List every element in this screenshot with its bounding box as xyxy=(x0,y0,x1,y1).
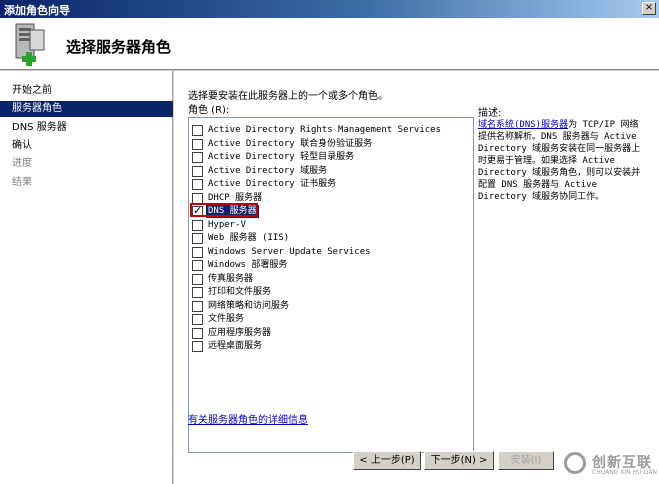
role-item[interactable]: Web 服务器 (IIS) xyxy=(192,232,470,245)
step-before-you-begin[interactable]: 开始之前 xyxy=(0,83,173,99)
role-item[interactable]: Windows 部署服务 xyxy=(192,259,470,272)
step-label: 结果 xyxy=(12,177,32,188)
server-add-icon xyxy=(10,22,50,66)
role-checkbox[interactable] xyxy=(192,246,203,258)
role-checkbox[interactable] xyxy=(192,219,203,231)
more-info-link[interactable]: 有关服务器角色的详细信息 xyxy=(188,411,308,426)
role-label: 文件服务 xyxy=(208,314,245,324)
role-label: 网络策略和访问服务 xyxy=(208,300,290,311)
back-button[interactable]: < 上一步(P) xyxy=(353,451,421,470)
role-checkbox[interactable] xyxy=(192,152,203,163)
step-label: 进度 xyxy=(12,158,32,169)
role-label: 传真服务器 xyxy=(208,273,254,284)
install-button[interactable]: 安装(I) xyxy=(498,451,554,470)
step-server-roles[interactable]: 服务器角色 xyxy=(0,101,173,117)
role-item[interactable]: Active Directory 联合身份验证服务 xyxy=(192,138,470,151)
page-title: 选择服务器角色 xyxy=(66,38,172,56)
role-item[interactable]: 文件服务 xyxy=(192,313,470,326)
role-item[interactable]: 远程桌面服务 xyxy=(192,340,470,353)
next-button[interactable]: 下一步(N) > xyxy=(424,451,494,470)
close-button[interactable]: × xyxy=(642,2,656,15)
roles-list[interactable]: Active Directory Rights Management Servi… xyxy=(188,117,474,453)
step-label: 开始之前 xyxy=(12,85,52,96)
step-label: 服务器角色 xyxy=(12,103,62,114)
role-label: 远程桌面服务 xyxy=(208,341,263,351)
role-label: Hyper-V xyxy=(208,219,246,230)
step-confirmation[interactable]: 确认 xyxy=(0,138,173,154)
role-item[interactable]: Active Directory 轻型目录服务 xyxy=(192,151,470,164)
role-item[interactable]: 打印和文件服务 xyxy=(192,286,470,299)
role-item[interactable]: Active Directory Rights Management Servi… xyxy=(192,124,470,137)
role-checkbox[interactable] xyxy=(192,165,203,177)
watermark-logo: 创新互联 CHUANG XIN HU LIAN xyxy=(560,448,659,480)
role-checkbox[interactable] xyxy=(192,300,203,312)
role-item[interactable]: Active Directory 域服务 xyxy=(192,165,470,178)
role-label: Active Directory 联合身份验证服务 xyxy=(208,138,373,149)
role-checkbox[interactable] xyxy=(192,125,203,136)
wizard-steps: 开始之前 服务器角色 DNS 服务器 确认 进度 结果 xyxy=(0,71,173,484)
role-label: Web 服务器 (IIS) xyxy=(208,233,290,243)
instruction-text: 选择要安装在此服务器上的一个或多个角色。 xyxy=(188,91,388,102)
step-progress: 进度 xyxy=(0,156,173,172)
role-checkbox[interactable] xyxy=(192,138,203,150)
title-bar: 添加角色向导 × xyxy=(0,0,659,18)
role-checkbox[interactable] xyxy=(192,233,203,244)
role-label: Active Directory 域服务 xyxy=(208,165,328,176)
role-label: 打印和文件服务 xyxy=(208,287,272,297)
role-checkbox[interactable] xyxy=(192,179,203,190)
role-checkbox[interactable] xyxy=(192,287,203,298)
step-label: 确认 xyxy=(12,140,32,151)
role-item[interactable]: 传真服务器 xyxy=(192,273,470,286)
role-item[interactable]: 应用程序服务器 xyxy=(192,327,470,340)
dns-description-link[interactable]: 域名系统(DNS)服务器 xyxy=(478,120,568,130)
role-label: Windows Server Update Services xyxy=(208,246,371,257)
highlight-box xyxy=(190,203,258,217)
step-results: 结果 xyxy=(0,175,173,191)
description-text: 域名系统(DNS)服务器为 TCP/IP 网络提供名称解析。DNS 服务器与 A… xyxy=(478,119,644,203)
role-checkbox[interactable] xyxy=(192,314,203,325)
watermark-sub: CHUANG XIN HU LIAN xyxy=(592,469,658,476)
role-label: Active Directory 轻型目录服务 xyxy=(208,152,355,162)
roles-label: 角色 (R): xyxy=(188,105,230,116)
role-item[interactable]: Hyper-V xyxy=(192,219,470,232)
description-body: 为 TCP/IP 网络提供名称解析。DNS 服务器与 Active Direct… xyxy=(478,120,641,202)
role-checkbox[interactable] xyxy=(192,341,203,352)
step-dns-server[interactable]: DNS 服务器 xyxy=(0,120,173,136)
role-checkbox[interactable] xyxy=(192,192,203,204)
description-title: 描述: xyxy=(478,108,502,119)
role-checkbox[interactable] xyxy=(192,327,203,339)
window-title: 添加角色向导 xyxy=(4,4,70,17)
role-label: Active Directory Rights Management Servi… xyxy=(208,125,441,135)
role-checkbox[interactable] xyxy=(192,273,203,285)
role-label: 应用程序服务器 xyxy=(208,327,272,338)
watermark-icon xyxy=(564,452,586,474)
role-item[interactable]: Windows Server Update Services xyxy=(192,246,470,259)
role-item[interactable]: Active Directory 证书服务 xyxy=(192,178,470,191)
role-item[interactable]: 网络策略和访问服务 xyxy=(192,300,470,313)
role-label: Active Directory 证书服务 xyxy=(208,179,337,189)
role-label: Windows 部署服务 xyxy=(208,260,288,270)
wizard-header: 选择服务器角色 xyxy=(0,18,659,70)
step-label: DNS 服务器 xyxy=(12,122,67,133)
role-checkbox[interactable] xyxy=(192,260,203,271)
main-content: 选择要安装在此服务器上的一个或多个角色。 角色 (R): Active Dire… xyxy=(174,71,659,484)
